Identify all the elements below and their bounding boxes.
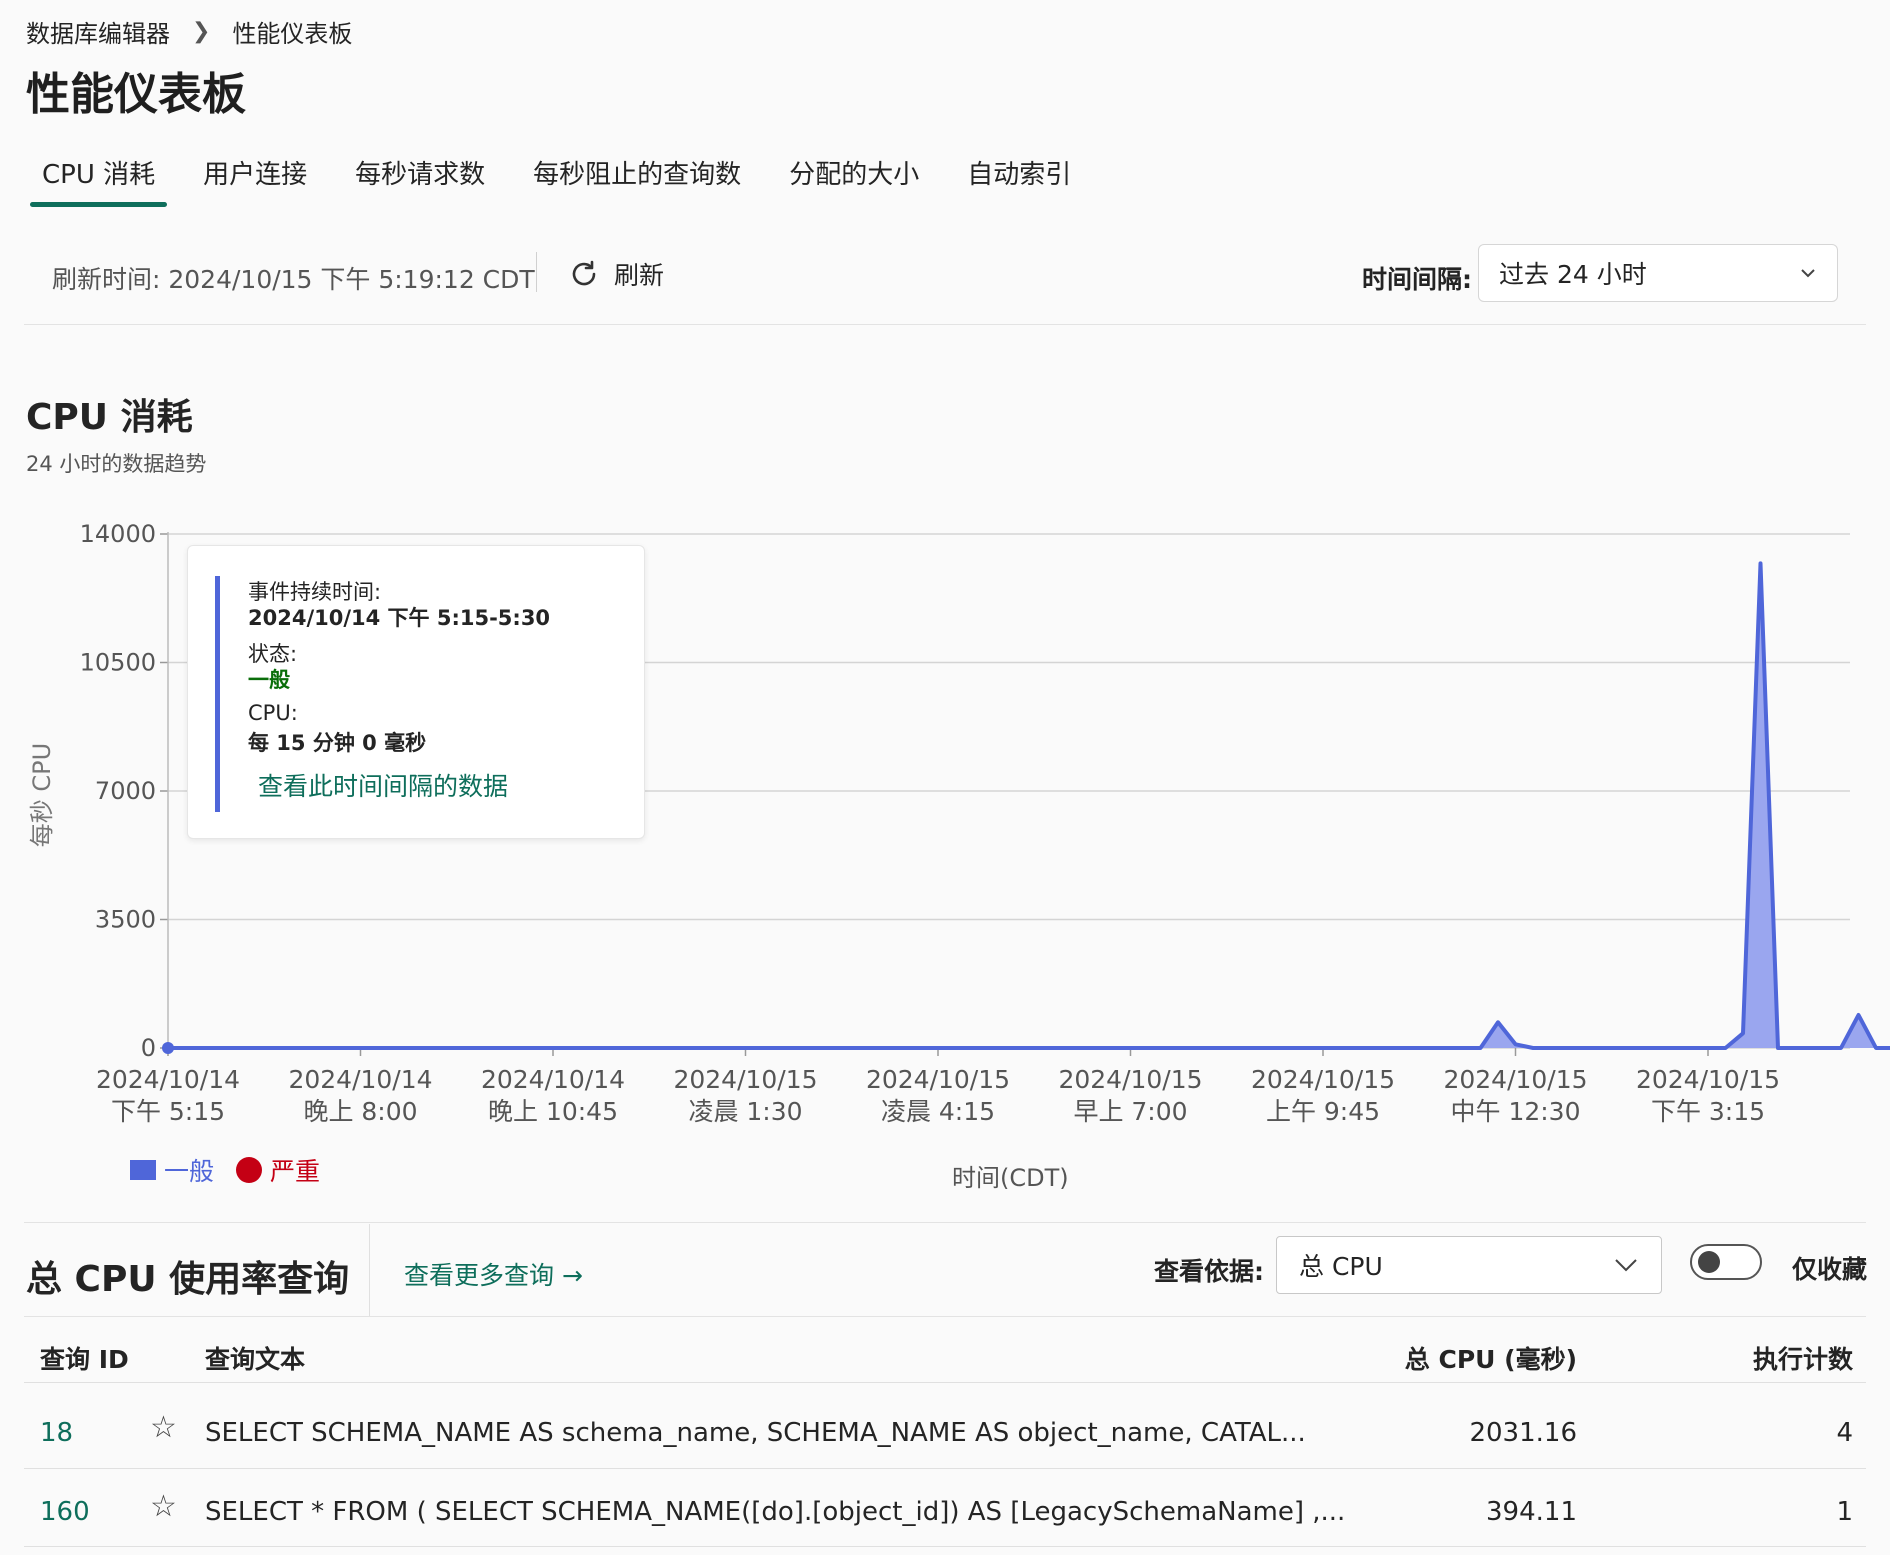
- view-more-queries-link[interactable]: 查看更多查询 →: [404, 1256, 583, 1292]
- y-tick-label: 7000: [95, 777, 156, 805]
- favorites-only-toggle[interactable]: [1690, 1244, 1762, 1280]
- x-tick-label-date: 2024/10/15: [673, 1065, 817, 1094]
- chart-separator: [24, 1222, 1866, 1223]
- star-icon[interactable]: ☆: [150, 1489, 177, 1524]
- tooltip-cpu-value: 每 15 分钟 0 毫秒: [248, 731, 427, 755]
- tab-allocated-size[interactable]: 分配的大小: [777, 150, 931, 209]
- view-by-dropdown[interactable]: 总 CPU: [1276, 1236, 1662, 1294]
- toolbar-divider: [536, 252, 537, 292]
- y-axis-title: 每秒 CPU: [28, 743, 56, 847]
- tab-auto-index[interactable]: 自动索引: [955, 150, 1083, 209]
- total-cpu-value: 2031.16: [1469, 1418, 1577, 1448]
- y-tick-label: 14000: [80, 520, 156, 548]
- tab-user-connections[interactable]: 用户连接: [191, 150, 319, 209]
- x-tick-label-date: 2024/10/14: [288, 1065, 432, 1094]
- x-tick-label-date: 2024/10/15: [1058, 1065, 1202, 1094]
- view-by-value: 总 CPU: [1299, 1252, 1383, 1281]
- tooltip-duration-value: 2024/10/14 下午 5:15-5:30: [248, 606, 551, 630]
- view-by-label: 查看依据:: [1154, 1257, 1264, 1286]
- tab-requests-per-second[interactable]: 每秒请求数: [343, 150, 497, 209]
- toolbar-separator: [24, 324, 1866, 325]
- tooltip-view-data-link[interactable]: 查看此时间间隔的数据: [258, 767, 508, 803]
- x-tick-label-time: 凌晨 1:30: [688, 1097, 802, 1126]
- legend-severe-swatch: [236, 1157, 263, 1183]
- table-row-line: [24, 1468, 1866, 1469]
- column-header-total-cpu[interactable]: 总 CPU (毫秒): [1405, 1340, 1577, 1376]
- table-row-line: [24, 1546, 1866, 1547]
- queries-header-divider: [369, 1224, 370, 1316]
- chevron-right-icon: ❯: [192, 19, 211, 44]
- x-tick-label-date: 2024/10/15: [1636, 1065, 1780, 1094]
- breadcrumb: 数据库编辑器 ❯ 性能仪表板: [26, 14, 352, 49]
- tooltip-cpu-label: CPU:: [248, 701, 298, 725]
- queries-title: 总 CPU 使用率查询: [26, 1259, 350, 1300]
- tab-cpu[interactable]: CPU 消耗: [30, 150, 168, 209]
- tooltip-accent-bar: [215, 576, 220, 812]
- x-tick-label-time: 晚上 8:00: [303, 1097, 417, 1126]
- y-tick-label: 3500: [95, 906, 156, 934]
- total-cpu-value: 394.11: [1486, 1497, 1577, 1527]
- tab-blocked-queries[interactable]: 每秒阻止的查询数: [521, 150, 753, 209]
- x-tick-label-date: 2024/10/15: [866, 1065, 1010, 1094]
- column-header-query-text[interactable]: 查询文本: [205, 1340, 305, 1376]
- y-tick-label: 0: [141, 1034, 156, 1062]
- query-id-link[interactable]: 18: [40, 1418, 73, 1448]
- refresh-icon: [572, 260, 596, 286]
- legend-normal-swatch: [130, 1160, 156, 1180]
- x-tick-label-time: 晚上 10:45: [488, 1097, 618, 1126]
- chart-tooltip: 事件持续时间: 2024/10/14 下午 5:15-5:30 状态: 一般 C…: [187, 545, 645, 839]
- y-tick-label: 10500: [80, 649, 156, 677]
- x-tick-label-time: 中午 12:30: [1451, 1097, 1581, 1126]
- page-title: 性能仪表板: [26, 69, 246, 120]
- star-icon[interactable]: ☆: [150, 1410, 177, 1445]
- x-tick-label-date: 2024/10/15: [1443, 1065, 1587, 1094]
- x-tick-label-date: 2024/10/14: [96, 1065, 240, 1094]
- breadcrumb-current: 性能仪表板: [232, 20, 353, 48]
- refresh-time-text: 刷新时间: 2024/10/15 下午 5:19:12 CDT: [52, 265, 535, 294]
- x-tick-label-time: 早上 7:00: [1073, 1097, 1187, 1126]
- favorites-only-label: 仅收藏: [1792, 1255, 1868, 1284]
- chevron-down-icon: [1801, 269, 1815, 278]
- refresh-label: 刷新: [614, 261, 665, 290]
- toggle-knob: [1698, 1251, 1720, 1273]
- table-header-line: [24, 1382, 1866, 1383]
- exec-count-value: 1: [1836, 1497, 1853, 1527]
- breadcrumb-parent-link[interactable]: 数据库编辑器: [26, 14, 170, 49]
- x-tick-label-time: 下午 5:15: [111, 1097, 225, 1126]
- interval-dropdown[interactable]: 过去 24 小时: [1478, 244, 1838, 302]
- x-tick-label-time: 下午 3:15: [1651, 1097, 1765, 1126]
- hover-point: [162, 1042, 174, 1054]
- query-id-link[interactable]: 160: [40, 1497, 90, 1527]
- interval-value: 过去 24 小时: [1499, 260, 1647, 289]
- tooltip-status-value: 一般: [248, 668, 290, 692]
- x-tick-label-time: 凌晨 4:15: [881, 1097, 995, 1126]
- interval-label: 时间间隔:: [1362, 265, 1472, 294]
- x-axis-title: 时间(CDT): [952, 1164, 1069, 1192]
- legend-severe-label[interactable]: 严重: [270, 1152, 320, 1188]
- query-text[interactable]: SELECT * FROM ( SELECT SCHEMA_NAME([do].…: [205, 1497, 1345, 1527]
- chevron-down-icon: [1615, 1259, 1637, 1272]
- chart-legend: 一般 严重: [130, 1152, 320, 1188]
- query-text[interactable]: SELECT SCHEMA_NAME AS schema_name, SCHEM…: [205, 1418, 1306, 1448]
- column-header-query-id[interactable]: 查询 ID: [40, 1340, 129, 1376]
- legend-normal-label[interactable]: 一般: [164, 1152, 214, 1188]
- section-title: CPU 消耗: [26, 397, 193, 438]
- section-subtitle: 24 小时的数据趋势: [26, 452, 207, 476]
- refresh-button[interactable]: 刷新: [568, 256, 664, 292]
- column-header-exec-count[interactable]: 执行计数: [1753, 1340, 1853, 1376]
- tab-list: CPU 消耗 用户连接 每秒请求数 每秒阻止的查询数 分配的大小 自动索引: [30, 150, 1107, 209]
- x-tick-label-time: 上午 9:45: [1266, 1097, 1380, 1126]
- table-top-line: [24, 1316, 1866, 1317]
- exec-count-value: 4: [1836, 1418, 1853, 1448]
- x-tick-label-date: 2024/10/14: [481, 1065, 625, 1094]
- x-tick-label-date: 2024/10/15: [1251, 1065, 1395, 1094]
